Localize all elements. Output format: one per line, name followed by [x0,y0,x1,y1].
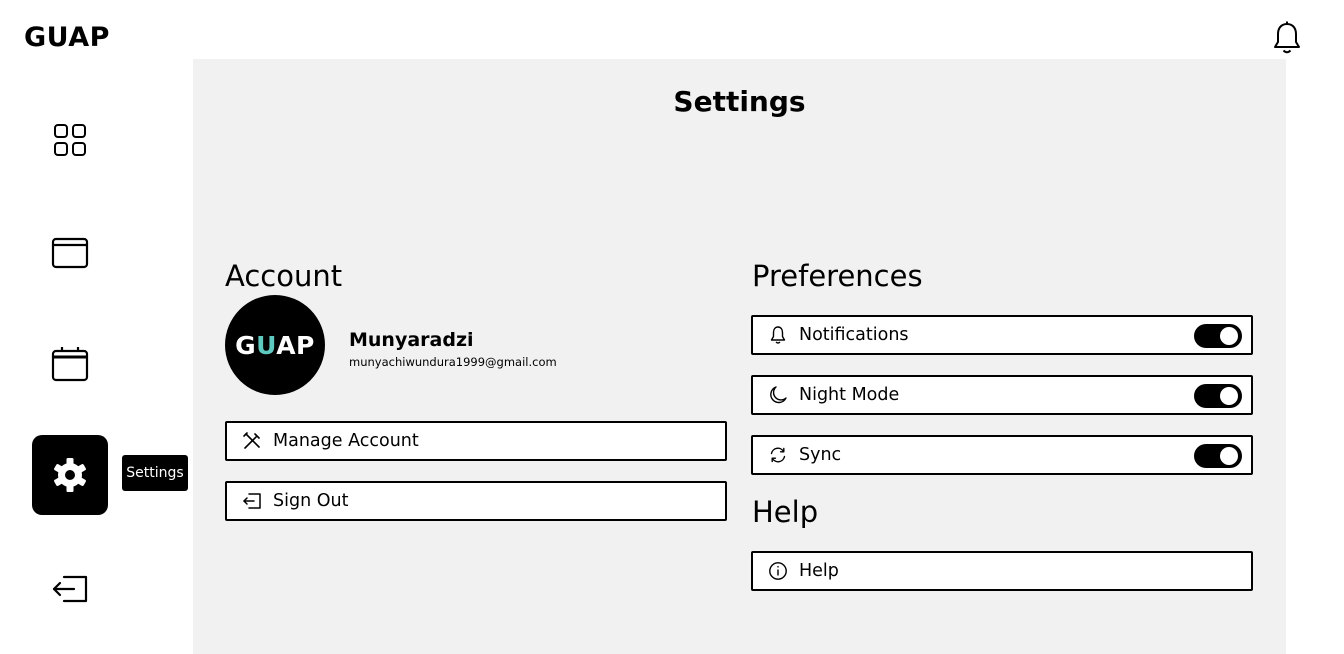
sidebar-item-logout[interactable] [32,549,108,629]
bell-icon [1274,21,1300,54]
help-label: Help [799,561,839,581]
preferences-heading: Preferences [752,259,923,293]
pref-notifications-label: Notifications [799,325,909,345]
toggle-knob [1220,387,1238,405]
pref-notifications-row: Notifications [751,315,1253,355]
sidebar-item-calendar[interactable] [32,324,108,404]
notifications-button[interactable] [1270,20,1304,56]
avatar-logo: GUAP [235,330,315,360]
wallet-icon [51,237,89,269]
sign-out-icon [242,491,262,511]
user-email: munyachiwundura1999@gmail.com [349,355,557,369]
sidebar-tooltip: Settings [122,455,188,491]
help-button[interactable]: Help [751,551,1253,591]
tools-icon [242,431,262,451]
bell-icon [768,325,788,345]
avatar: GUAP [225,295,325,395]
manage-account-button[interactable]: Manage Account [225,421,727,461]
help-heading: Help [752,495,819,529]
toggle-knob [1220,327,1238,345]
logout-icon [52,575,88,603]
notifications-toggle[interactable] [1194,324,1242,348]
sync-icon [768,445,788,465]
sign-out-label: Sign Out [273,491,349,511]
sidebar-item-dashboard[interactable] [32,100,108,180]
moon-icon [768,385,788,405]
user-name: Munyaradzi [349,329,474,351]
toggle-knob [1220,447,1238,465]
sign-out-button[interactable]: Sign Out [225,481,727,521]
sidebar-item-settings[interactable] [32,435,108,515]
app-brand: GUAP [24,22,110,53]
sync-toggle[interactable] [1194,444,1242,468]
pref-night-mode-label: Night Mode [799,385,900,405]
pref-sync-label: Sync [799,445,842,465]
dashboard-grid-icon [54,124,86,156]
page-title: Settings [673,85,806,118]
gear-icon [54,458,86,492]
pref-night-mode-row: Night Mode [751,375,1253,415]
calendar-icon [51,347,89,382]
pref-sync-row: Sync [751,435,1253,475]
account-heading: Account [225,259,343,293]
settings-panel: Settings Account GUAP Munyaradzi munyach… [193,59,1286,654]
info-icon [768,561,788,581]
sidebar-item-wallet[interactable] [32,212,108,292]
manage-account-label: Manage Account [273,431,419,451]
night-mode-toggle[interactable] [1194,384,1242,408]
